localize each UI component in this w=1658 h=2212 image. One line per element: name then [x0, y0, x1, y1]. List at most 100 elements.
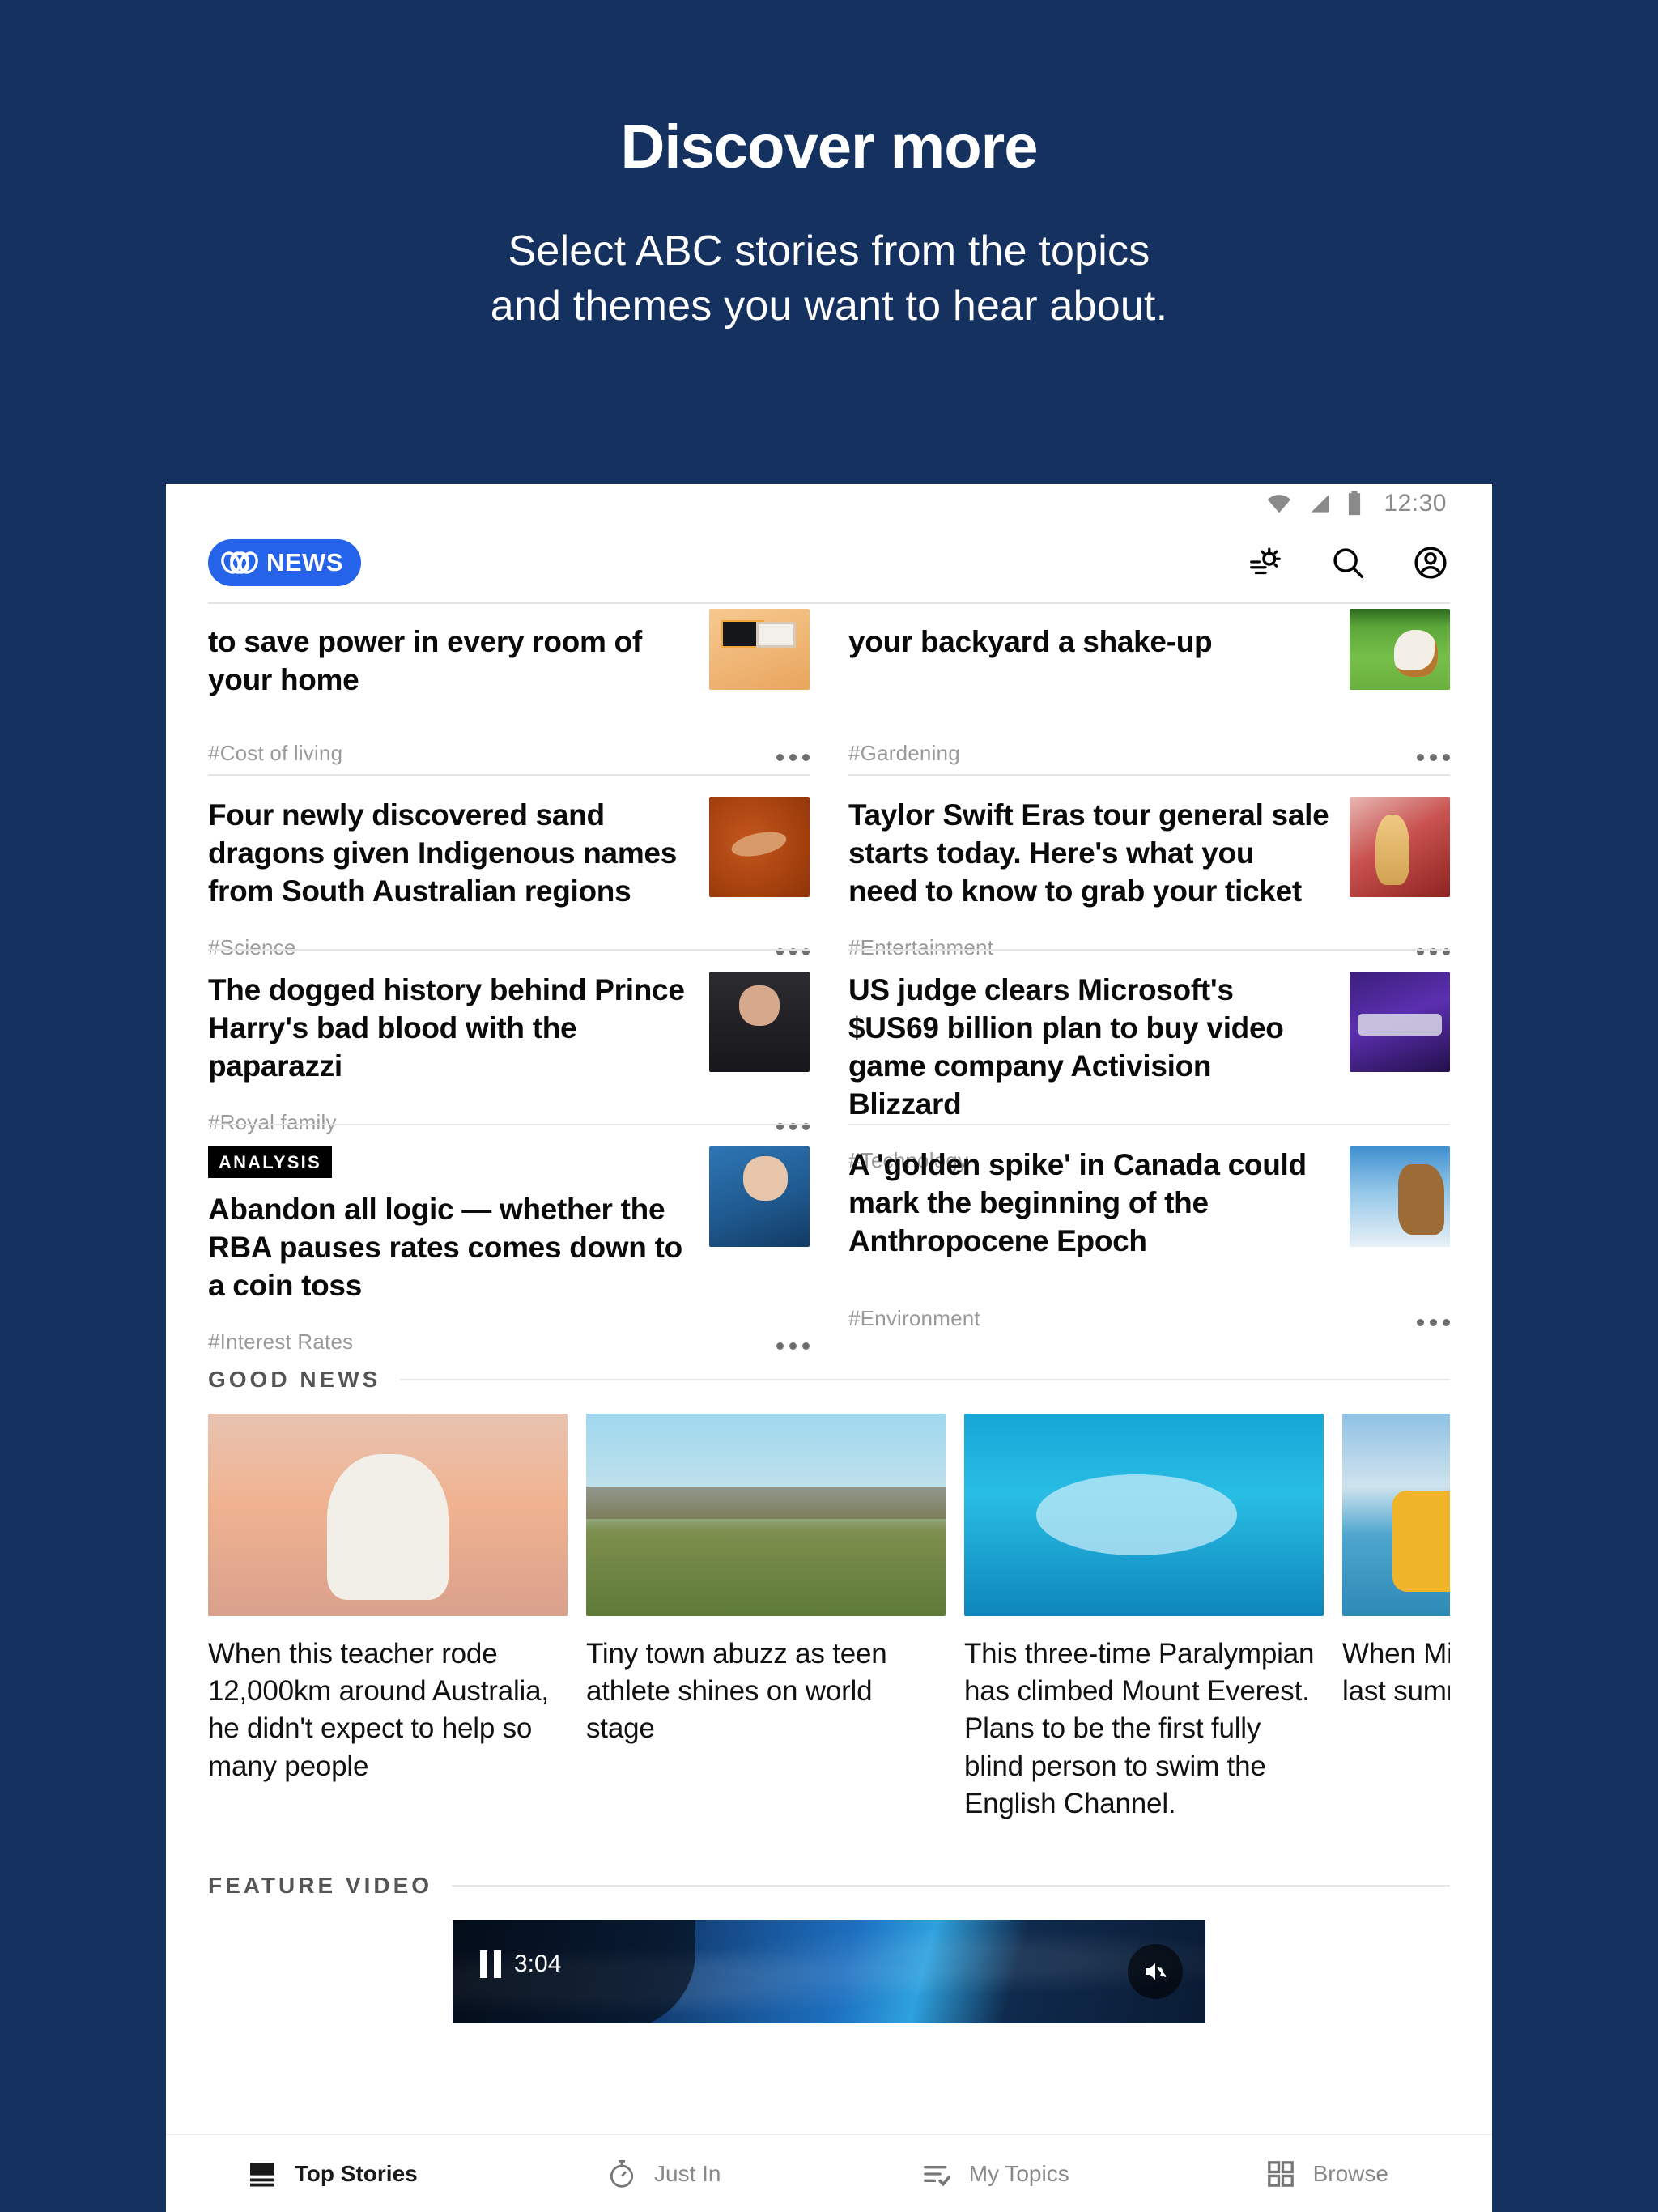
article-footer: #Environment [848, 1282, 1450, 1331]
good-news-card[interactable]: This three-time Paralympian has climbed … [964, 1414, 1324, 1823]
good-news-image [964, 1414, 1324, 1616]
article-row: to save power in every room of your home… [208, 602, 1450, 774]
article-card[interactable]: to save power in every room of your home… [208, 602, 810, 774]
section-title: GOOD NEWS [208, 1367, 381, 1392]
article-topic[interactable]: #Gardening [848, 741, 960, 766]
nav-label: Just In [654, 2160, 721, 2186]
article-text: A 'golden spike' in Canada could mark th… [848, 1146, 1330, 1261]
article-feed: to save power in every room of your home… [166, 602, 1492, 2023]
status-bar: 12:30 [166, 484, 1492, 523]
article-headline: The dogged history behind Prince Harry's… [208, 973, 685, 1083]
article-footer: #Gardening [848, 717, 1450, 766]
good-news-caption: When this teacher rode 12,000km around A… [208, 1638, 549, 1782]
article-body: your backyard a shake-up [848, 609, 1450, 690]
article-card[interactable]: A 'golden spike' in Canada could mark th… [848, 1124, 1450, 1339]
good-news-card[interactable]: Tiny town abuzz as teen athlete shines o… [586, 1414, 946, 1823]
article-row: ANALYSIS Abandon all logic — whether the… [208, 1124, 1450, 1354]
abc-lissajous-logo-icon [221, 551, 258, 574]
article-topic[interactable]: #Cost of living [208, 741, 342, 766]
good-news-card[interactable]: When Micha due to lifegu last summer to … [1342, 1414, 1450, 1823]
good-news-image [1342, 1414, 1450, 1616]
grid-icon [1267, 2160, 1294, 2187]
good-news-caption: Tiny town abuzz as teen athlete shines o… [586, 1638, 887, 1745]
promo-header: Discover more Select ABC stories from th… [0, 0, 1658, 334]
article-topic[interactable]: #Interest Rates [208, 1329, 353, 1355]
article-headline: Taylor Swift Eras tour general sale star… [848, 798, 1329, 908]
article-thumbnail [709, 797, 810, 897]
article-body: to save power in every room of your home [208, 609, 810, 700]
good-news-caption: This three-time Paralympian has climbed … [964, 1638, 1315, 1819]
article-thumbnail [1350, 1146, 1450, 1247]
promo-subtitle: Select ABC stories from the topics and t… [0, 223, 1658, 334]
mute-icon[interactable] [1128, 1943, 1183, 1999]
article-headline: Abandon all logic — whether the RBA paus… [208, 1193, 682, 1302]
promo-subtitle-line-1: Select ABC stories from the topics [508, 227, 1150, 274]
account-icon[interactable] [1411, 543, 1450, 582]
top-stories-icon [249, 2163, 274, 2186]
article-row: The dogged history behind Prince Harry's… [208, 949, 1450, 1172]
article-footer: #Cost of living [208, 717, 810, 766]
battery-icon [1349, 491, 1361, 516]
section-divider [452, 1884, 1450, 1887]
article-card[interactable]: your backyard a shake-up #Gardening [848, 602, 1450, 774]
article-text: Taylor Swift Eras tour general sale star… [848, 797, 1330, 911]
wifi-icon [1268, 495, 1291, 513]
abc-news-logo[interactable]: NEWS [208, 539, 361, 586]
nav-item-my-topics[interactable]: My Topics [829, 2158, 1161, 2190]
good-news-carousel[interactable]: When this teacher rode 12,000km around A… [208, 1414, 1450, 1823]
article-thumbnail [709, 609, 810, 690]
cellular-signal-icon [1312, 495, 1329, 513]
header-actions [1246, 543, 1450, 582]
article-headline: A 'golden spike' in Canada could mark th… [848, 1148, 1307, 1257]
article-body: ANALYSIS Abandon all logic — whether the… [208, 1146, 810, 1305]
article-body: The dogged history behind Prince Harry's… [208, 972, 810, 1086]
nav-item-just-in[interactable]: Just In [498, 2158, 830, 2190]
good-news-card[interactable]: When this teacher rode 12,000km around A… [208, 1414, 568, 1823]
article-more-options-icon[interactable] [776, 754, 810, 766]
article-more-options-icon[interactable] [776, 1342, 810, 1355]
article-thumbnail [1350, 609, 1450, 690]
feed-divider [208, 602, 1450, 604]
promo-subtitle-line-2: and themes you want to hear about. [490, 283, 1168, 330]
article-text: to save power in every room of your home [208, 623, 690, 700]
article-card[interactable]: US judge clears Microsoft's $US69 billio… [848, 949, 1450, 1172]
article-body: Four newly discovered sand dragons given… [208, 797, 810, 911]
feature-video-section-header: FEATURE VIDEO [208, 1873, 1450, 1899]
nav-item-top-stories[interactable]: Top Stories [166, 2158, 498, 2190]
section-title: FEATURE VIDEO [208, 1872, 433, 1898]
analysis-badge: ANALYSIS [208, 1146, 332, 1178]
article-more-options-icon[interactable] [1417, 1319, 1450, 1331]
abc-news-logo-text: NEWS [266, 548, 343, 576]
video-play-controls[interactable]: 3:04 [480, 1950, 561, 1978]
article-topic[interactable]: #Environment [848, 1306, 980, 1331]
article-text: Four newly discovered sand dragons given… [208, 797, 690, 911]
good-news-image [208, 1414, 568, 1616]
video-player[interactable]: 3:04 [453, 1919, 1205, 2023]
promo-title: Discover more [620, 113, 1038, 181]
article-headline: your backyard a shake-up [848, 625, 1213, 658]
search-icon[interactable] [1329, 543, 1367, 582]
section-divider [400, 1379, 1450, 1380]
article-headline: US judge clears Microsoft's $US69 billio… [848, 973, 1284, 1121]
device-screen: 12:30 NEWS to save power in every room o… [166, 484, 1492, 2212]
stopwatch-icon [610, 2159, 634, 2188]
article-text: your backyard a shake-up [848, 623, 1330, 690]
article-thumbnail [1350, 797, 1450, 897]
pause-icon[interactable] [480, 1950, 501, 1978]
article-row: Four newly discovered sand dragons given… [208, 774, 1450, 959]
good-news-section-header: GOOD NEWS [208, 1367, 1450, 1393]
nav-item-browse[interactable]: Browse [1161, 2158, 1493, 2190]
good-news-caption: When Micha due to lifegu last summer to … [1342, 1638, 1450, 1708]
article-card[interactable]: Four newly discovered sand dragons given… [208, 774, 810, 959]
article-card[interactable]: Taylor Swift Eras tour general sale star… [848, 774, 1450, 959]
article-more-options-icon[interactable] [1417, 754, 1450, 766]
status-time: 12:30 [1384, 490, 1447, 517]
weather-icon[interactable] [1246, 543, 1285, 582]
article-thumbnail [709, 1146, 810, 1247]
article-body: US judge clears Microsoft's $US69 billio… [848, 972, 1450, 1124]
nav-label: Top Stories [294, 2160, 418, 2186]
article-card[interactable]: The dogged history behind Prince Harry's… [208, 949, 810, 1134]
article-headline: Four newly discovered sand dragons given… [208, 798, 677, 908]
nav-label: Browse [1312, 2160, 1388, 2186]
article-card[interactable]: ANALYSIS Abandon all logic — whether the… [208, 1124, 810, 1354]
